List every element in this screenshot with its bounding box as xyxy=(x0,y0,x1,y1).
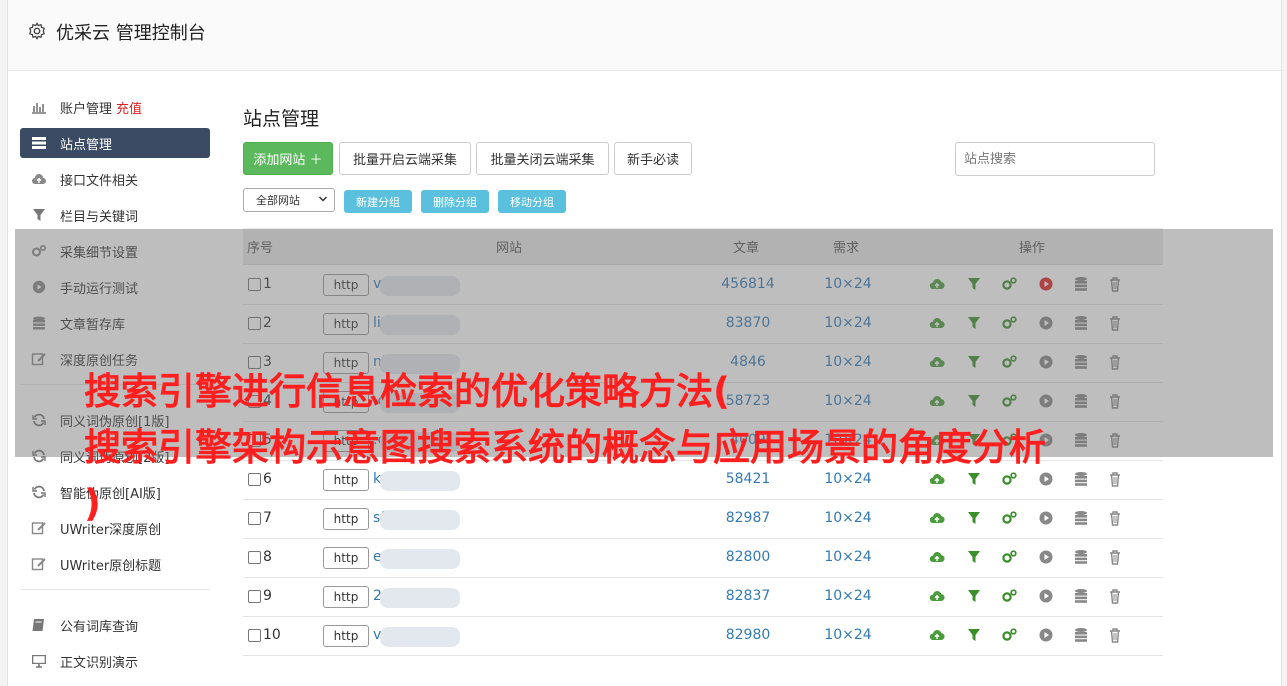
sidebar-item-columns-keywords[interactable]: 栏目与关键词 xyxy=(20,200,210,230)
add-site-button[interactable]: 添加网站 ＋ xyxy=(243,142,333,175)
article-count[interactable]: 82837 xyxy=(693,588,803,604)
row-checkbox[interactable] xyxy=(248,629,261,642)
sidebar-item-site-management[interactable]: 站点管理 xyxy=(20,128,210,158)
row-number: 9 xyxy=(263,588,272,604)
row-checkbox[interactable] xyxy=(248,551,261,564)
sidebar-item-label: 账户管理 xyxy=(60,101,113,117)
header-bar: 优采云 管理控制台 xyxy=(8,0,1281,71)
redaction-blur xyxy=(380,627,460,647)
sidebar-item-public-lexicon[interactable]: 公有词库查询 xyxy=(20,610,210,640)
protocol-badge[interactable]: http xyxy=(323,586,369,608)
play-circle-icon[interactable] xyxy=(1038,549,1054,565)
cloud-upload-icon xyxy=(30,171,48,187)
move-group-button[interactable]: 移动分组 xyxy=(498,190,566,213)
recharge-link[interactable]: 充值 xyxy=(116,98,142,117)
demand-value[interactable]: 10×24 xyxy=(803,627,893,643)
protocol-badge[interactable]: http xyxy=(323,547,369,569)
row-number: 8 xyxy=(263,549,272,565)
batch-close-cloud-button[interactable]: 批量关闭云端采集 xyxy=(476,142,609,175)
article-count[interactable]: 82980 xyxy=(693,627,803,643)
batch-open-cloud-button[interactable]: 批量开启云端采集 xyxy=(339,142,471,175)
sidebar-item-label: 公有词库查询 xyxy=(60,619,139,635)
row-number: 10 xyxy=(263,627,281,643)
table-row: 10httpv p.cn8298010×24 xyxy=(243,616,1163,656)
monitor-icon xyxy=(30,653,48,669)
cogs-icon[interactable] xyxy=(1001,588,1017,604)
cogs-icon[interactable] xyxy=(1001,549,1017,565)
sidebar-item-label: UWriter原创标题 xyxy=(60,558,162,574)
delete-group-button[interactable]: 删除分组 xyxy=(421,190,489,213)
database-icon[interactable] xyxy=(1073,588,1089,604)
refresh-icon xyxy=(30,484,48,500)
table-row: 8httpe y.cn8280010×24 xyxy=(243,538,1163,578)
gear-icon xyxy=(29,22,45,40)
sidebar-item-label: 站点管理 xyxy=(60,137,113,153)
cloud-upload-icon[interactable] xyxy=(929,627,945,643)
table-row: 9http2 az.cn8283710×24 xyxy=(243,577,1163,617)
sidebar-item-interface-files[interactable]: 接口文件相关 xyxy=(20,164,210,194)
chevron-down-icon xyxy=(318,196,328,202)
sidebar-item-text-recognition[interactable]: 正文识别演示 xyxy=(20,646,210,676)
edit-icon xyxy=(30,556,48,572)
trash-icon[interactable] xyxy=(1107,627,1123,643)
cloud-upload-icon[interactable] xyxy=(929,588,945,604)
article-count[interactable]: 82800 xyxy=(693,549,803,565)
group-select-value: 全部网站 xyxy=(256,194,300,207)
beginner-guide-button[interactable]: 新手必读 xyxy=(614,142,692,175)
new-group-button[interactable]: 新建分组 xyxy=(344,190,412,213)
row-checkbox[interactable] xyxy=(248,590,261,603)
sidebar-divider xyxy=(20,589,210,590)
trash-icon[interactable] xyxy=(1107,549,1123,565)
redaction-blur xyxy=(380,588,460,608)
bar-chart-icon xyxy=(30,99,48,115)
group-select[interactable]: 全部网站 xyxy=(243,188,335,212)
filter-icon[interactable] xyxy=(966,549,982,565)
play-circle-icon[interactable] xyxy=(1038,627,1054,643)
demand-value[interactable]: 10×24 xyxy=(803,588,893,604)
demand-value[interactable]: 10×24 xyxy=(803,549,893,565)
app-title: 优采云 管理控制台 xyxy=(56,23,206,44)
protocol-badge[interactable]: http xyxy=(323,625,369,647)
server-icon xyxy=(30,135,48,151)
trash-icon[interactable] xyxy=(1107,588,1123,604)
sidebar-item-label: 接口文件相关 xyxy=(60,173,139,189)
filter-icon[interactable] xyxy=(966,627,982,643)
site-search-input[interactable] xyxy=(955,142,1155,176)
page-title: 站点管理 xyxy=(243,108,320,130)
database-icon[interactable] xyxy=(1073,549,1089,565)
book-icon xyxy=(30,617,48,633)
sidebar-item-label: 正文识别演示 xyxy=(60,655,139,671)
filter-icon[interactable] xyxy=(966,588,982,604)
sidebar-item-account[interactable]: 账户管理 充值 xyxy=(20,92,210,122)
redaction-blur xyxy=(380,549,460,569)
filter-icon xyxy=(30,207,48,223)
cloud-upload-icon[interactable] xyxy=(929,549,945,565)
play-circle-icon[interactable] xyxy=(1038,588,1054,604)
sidebar-item-uwriter-title[interactable]: UWriter原创标题 xyxy=(20,549,210,579)
database-icon[interactable] xyxy=(1073,627,1089,643)
overlay-headline: 搜索引擎进行信息检索的优化策略方法( 搜索引擎架构示意图搜索系统的概念与应用场景… xyxy=(84,370,1046,525)
cogs-icon[interactable] xyxy=(1001,627,1017,643)
sidebar-item-label: 栏目与关键词 xyxy=(60,209,139,225)
edit-icon xyxy=(30,520,48,536)
